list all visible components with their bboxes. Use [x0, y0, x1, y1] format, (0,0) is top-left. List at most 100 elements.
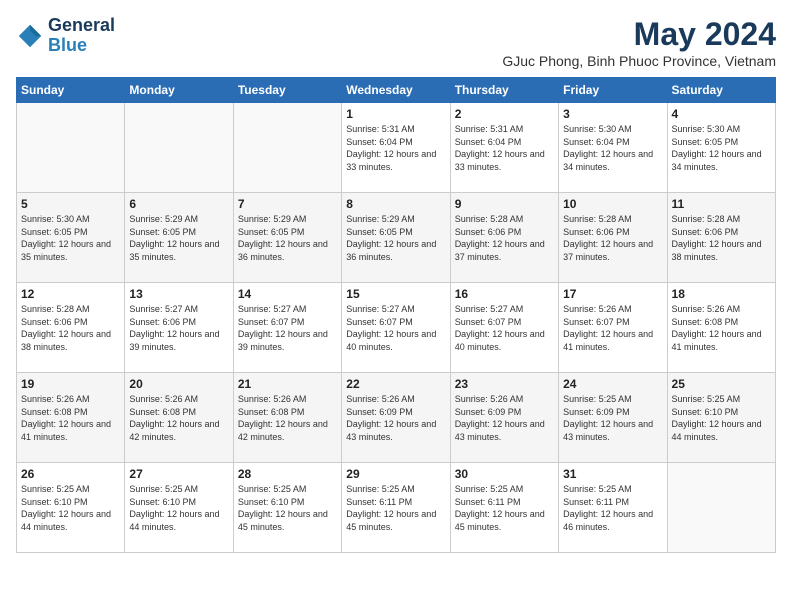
day-info: Sunrise: 5:30 AMSunset: 6:04 PMDaylight:… [563, 123, 662, 173]
day-info: Sunrise: 5:29 AMSunset: 6:05 PMDaylight:… [238, 213, 337, 263]
calendar-cell: 11 Sunrise: 5:28 AMSunset: 6:06 PMDayligh… [667, 193, 775, 283]
day-info: Sunrise: 5:28 AMSunset: 6:06 PMDaylight:… [672, 213, 771, 263]
calendar-cell: 28 Sunrise: 5:25 AMSunset: 6:10 PMDayligh… [233, 463, 341, 553]
day-info: Sunrise: 5:25 AMSunset: 6:10 PMDaylight:… [238, 483, 337, 533]
calendar-cell: 20Sunrise: 5:26 AMSunset: 6:08 PMDayligh… [125, 373, 233, 463]
calendar-cell: 13Sunrise: 5:27 AMSunset: 6:06 PMDayligh… [125, 283, 233, 373]
day-info: Sunrise: 5:26 AMSunset: 6:08 PMDaylight:… [21, 393, 120, 443]
calendar-cell: 17 Sunrise: 5:26 AMSunset: 6:07 PMDayligh… [559, 283, 667, 373]
weekday-header-saturday: Saturday [667, 78, 775, 103]
day-info: Sunrise: 5:29 AMSunset: 6:05 PMDaylight:… [129, 213, 228, 263]
calendar-week-1: 1 Sunrise: 5:31 AMSunset: 6:04 PMDaylight… [17, 103, 776, 193]
day-number: 3 [563, 107, 662, 121]
weekday-header-friday: Friday [559, 78, 667, 103]
day-info: Sunrise: 5:31 AMSunset: 6:04 PMDaylight:… [455, 123, 554, 173]
day-info: Sunrise: 5:30 AMSunset: 6:05 PMDaylight:… [21, 213, 120, 263]
logo-icon [16, 22, 44, 50]
weekday-header-sunday: Sunday [17, 78, 125, 103]
logo: General Blue [16, 16, 115, 56]
location-subtitle: GJuc Phong, Binh Phuoc Province, Vietnam [502, 53, 776, 69]
day-number: 22 [346, 377, 445, 391]
day-number: 15 [346, 287, 445, 301]
day-number: 5 [21, 197, 120, 211]
day-info: Sunrise: 5:25 AMSunset: 6:11 PMDaylight:… [455, 483, 554, 533]
day-number: 27 [129, 467, 228, 481]
day-info: Sunrise: 5:26 AMSunset: 6:08 PMDaylight:… [672, 303, 771, 353]
logo-text: General Blue [48, 16, 115, 56]
day-info: Sunrise: 5:26 AMSunset: 6:09 PMDaylight:… [346, 393, 445, 443]
calendar-cell: 30 Sunrise: 5:25 AMSunset: 6:11 PMDayligh… [450, 463, 558, 553]
day-number: 6 [129, 197, 228, 211]
calendar-cell: 21 Sunrise: 5:26 AMSunset: 6:08 PMDayligh… [233, 373, 341, 463]
calendar-cell: 2 Sunrise: 5:31 AMSunset: 6:04 PMDaylight… [450, 103, 558, 193]
day-info: Sunrise: 5:25 AMSunset: 6:10 PMDaylight:… [672, 393, 771, 443]
calendar-cell: 27Sunrise: 5:25 AMSunset: 6:10 PMDayligh… [125, 463, 233, 553]
page-header: General Blue May 2024 GJuc Phong, Binh P… [16, 16, 776, 69]
calendar-week-3: 12 Sunrise: 5:28 AMSunset: 6:06 PMDayligh… [17, 283, 776, 373]
day-number: 10 [563, 197, 662, 211]
day-number: 26 [21, 467, 120, 481]
month-title: May 2024 [502, 16, 776, 53]
calendar-cell: 14 Sunrise: 5:27 AMSunset: 6:07 PMDayligh… [233, 283, 341, 373]
day-number: 1 [346, 107, 445, 121]
calendar-cell: 6 Sunrise: 5:29 AMSunset: 6:05 PMDaylight… [125, 193, 233, 283]
calendar-cell: 10Sunrise: 5:28 AMSunset: 6:06 PMDayligh… [559, 193, 667, 283]
day-number: 30 [455, 467, 554, 481]
day-info: Sunrise: 5:25 AMSunset: 6:11 PMDaylight:… [346, 483, 445, 533]
calendar-cell: 22 Sunrise: 5:26 AMSunset: 6:09 PMDayligh… [342, 373, 450, 463]
weekday-header-thursday: Thursday [450, 78, 558, 103]
day-info: Sunrise: 5:27 AMSunset: 6:06 PMDaylight:… [129, 303, 228, 353]
day-number: 2 [455, 107, 554, 121]
calendar-week-2: 5 Sunrise: 5:30 AMSunset: 6:05 PMDaylight… [17, 193, 776, 283]
day-info: Sunrise: 5:25 AMSunset: 6:10 PMDaylight:… [21, 483, 120, 533]
day-number: 25 [672, 377, 771, 391]
calendar-cell: 25 Sunrise: 5:25 AMSunset: 6:10 PMDayligh… [667, 373, 775, 463]
calendar-cell [667, 463, 775, 553]
day-number: 17 [563, 287, 662, 301]
day-number: 4 [672, 107, 771, 121]
calendar-cell: 8 Sunrise: 5:29 AMSunset: 6:05 PMDaylight… [342, 193, 450, 283]
calendar-cell: 9Sunrise: 5:28 AMSunset: 6:06 PMDaylight… [450, 193, 558, 283]
day-info: Sunrise: 5:27 AMSunset: 6:07 PMDaylight:… [455, 303, 554, 353]
weekday-header-monday: Monday [125, 78, 233, 103]
weekday-header-wednesday: Wednesday [342, 78, 450, 103]
day-info: Sunrise: 5:26 AMSunset: 6:09 PMDaylight:… [455, 393, 554, 443]
day-info: Sunrise: 5:26 AMSunset: 6:07 PMDaylight:… [563, 303, 662, 353]
calendar-cell: 18 Sunrise: 5:26 AMSunset: 6:08 PMDayligh… [667, 283, 775, 373]
day-number: 21 [238, 377, 337, 391]
weekday-header-tuesday: Tuesday [233, 78, 341, 103]
day-number: 7 [238, 197, 337, 211]
day-number: 11 [672, 197, 771, 211]
calendar-cell: 23 Sunrise: 5:26 AMSunset: 6:09 PMDayligh… [450, 373, 558, 463]
day-info: Sunrise: 5:27 AMSunset: 6:07 PMDaylight:… [238, 303, 337, 353]
calendar-cell: 31 Sunrise: 5:25 AMSunset: 6:11 PMDayligh… [559, 463, 667, 553]
day-number: 28 [238, 467, 337, 481]
day-number: 18 [672, 287, 771, 301]
day-info: Sunrise: 5:29 AMSunset: 6:05 PMDaylight:… [346, 213, 445, 263]
calendar-week-5: 26 Sunrise: 5:25 AMSunset: 6:10 PMDayligh… [17, 463, 776, 553]
calendar-table: SundayMondayTuesdayWednesdayThursdayFrid… [16, 77, 776, 553]
day-number: 12 [21, 287, 120, 301]
calendar-cell: 1Sunrise: 5:31 AMSunset: 6:04 PMDaylight… [342, 103, 450, 193]
day-number: 19 [21, 377, 120, 391]
day-info: Sunrise: 5:25 AMSunset: 6:11 PMDaylight:… [563, 483, 662, 533]
day-info: Sunrise: 5:28 AMSunset: 6:06 PMDaylight:… [455, 213, 554, 263]
day-number: 8 [346, 197, 445, 211]
calendar-cell: 24Sunrise: 5:25 AMSunset: 6:09 PMDayligh… [559, 373, 667, 463]
calendar-week-4: 19 Sunrise: 5:26 AMSunset: 6:08 PMDayligh… [17, 373, 776, 463]
calendar-cell [125, 103, 233, 193]
day-info: Sunrise: 5:26 AMSunset: 6:08 PMDaylight:… [238, 393, 337, 443]
calendar-cell: 12 Sunrise: 5:28 AMSunset: 6:06 PMDayligh… [17, 283, 125, 373]
day-number: 31 [563, 467, 662, 481]
calendar-cell: 15 Sunrise: 5:27 AMSunset: 6:07 PMDayligh… [342, 283, 450, 373]
calendar-cell: 26 Sunrise: 5:25 AMSunset: 6:10 PMDayligh… [17, 463, 125, 553]
calendar-cell: 29 Sunrise: 5:25 AMSunset: 6:11 PMDayligh… [342, 463, 450, 553]
day-number: 24 [563, 377, 662, 391]
calendar-cell: 4Sunrise: 5:30 AMSunset: 6:05 PMDaylight… [667, 103, 775, 193]
day-number: 29 [346, 467, 445, 481]
day-number: 23 [455, 377, 554, 391]
day-info: Sunrise: 5:27 AMSunset: 6:07 PMDaylight:… [346, 303, 445, 353]
day-number: 14 [238, 287, 337, 301]
day-info: Sunrise: 5:28 AMSunset: 6:06 PMDaylight:… [21, 303, 120, 353]
day-info: Sunrise: 5:26 AMSunset: 6:08 PMDaylight:… [129, 393, 228, 443]
